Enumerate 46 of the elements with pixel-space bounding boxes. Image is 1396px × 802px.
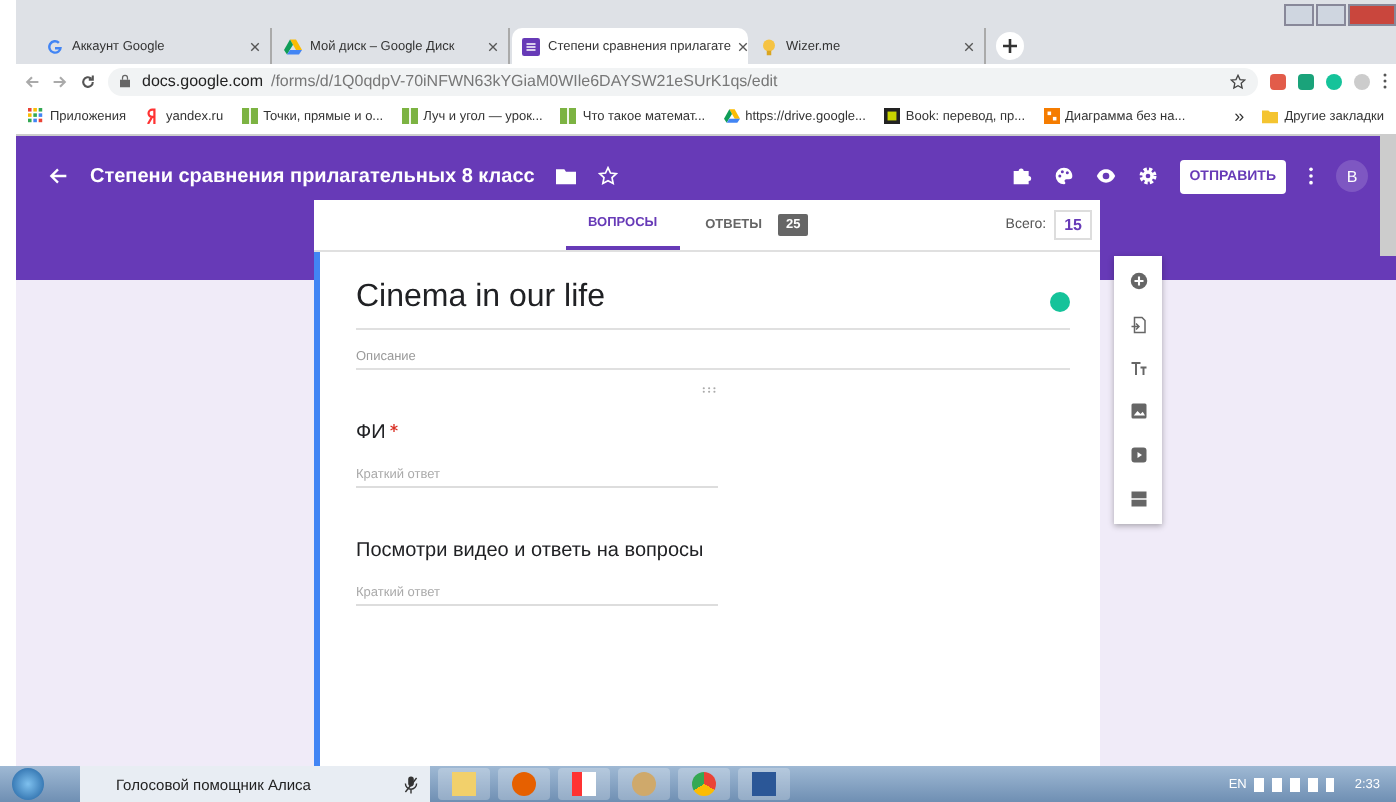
book-icon <box>883 108 900 124</box>
new-tab-button[interactable] <box>996 32 1024 60</box>
microphone-icon[interactable] <box>404 775 418 793</box>
triangle-icon <box>723 108 740 124</box>
settings-icon[interactable] <box>1137 166 1158 186</box>
section-icon[interactable] <box>1129 489 1147 508</box>
add-circle-icon[interactable] <box>1129 272 1147 291</box>
close-icon[interactable] <box>964 41 974 51</box>
bulb-icon <box>760 37 778 55</box>
lock-icon <box>120 74 130 88</box>
sheet-icon <box>241 108 258 124</box>
close-icon[interactable] <box>738 41 749 51</box>
close-icon[interactable] <box>488 41 498 51</box>
question-title: Посмотри видео и ответь на вопросы <box>356 540 704 562</box>
scrollbar[interactable] <box>1380 136 1396 256</box>
form-title-field[interactable]: Cinema in our life <box>356 280 1050 316</box>
triangle-icon <box>284 37 302 55</box>
chart-icon <box>1043 108 1060 124</box>
eye-icon[interactable] <box>1095 166 1116 186</box>
video-icon[interactable] <box>1129 445 1147 464</box>
sheet-icon <box>560 108 577 124</box>
import-icon[interactable] <box>1129 315 1147 334</box>
apps-grid-icon <box>28 108 44 124</box>
more-bookmarks-button[interactable]: » <box>1234 106 1245 126</box>
menu-icon[interactable] <box>1382 72 1388 90</box>
address-bar[interactable]: docs.google.com /forms/d/1Q0qdpV-70iNFWN63kYGiaM0WIle6DAYSW21eSUrK1qs/edit <box>108 67 1258 95</box>
total-points-field[interactable]: 15 <box>1054 210 1092 240</box>
word-icon[interactable] <box>738 768 790 800</box>
question-title: ФИ <box>356 422 386 444</box>
reload-icon[interactable] <box>80 73 96 89</box>
form-title: Степени сравнения прилагательных 8 класс <box>90 165 535 187</box>
more-menu-icon[interactable] <box>1308 166 1314 186</box>
puzzle-icon[interactable] <box>1011 166 1032 186</box>
start-button[interactable] <box>12 768 44 800</box>
close-icon[interactable] <box>250 41 260 51</box>
folder-icon[interactable] <box>556 166 577 186</box>
image-icon[interactable] <box>1129 402 1147 421</box>
form-icon <box>522 37 540 55</box>
star-icon[interactable] <box>1230 73 1246 89</box>
text-size-icon[interactable] <box>1129 359 1147 378</box>
sheet-icon <box>401 108 418 124</box>
tray-icons[interactable] <box>1254 777 1335 791</box>
palette-icon[interactable] <box>1053 166 1074 186</box>
avatar[interactable]: B <box>1336 160 1368 192</box>
folder-icon <box>1262 108 1279 124</box>
google-icon <box>46 37 64 55</box>
